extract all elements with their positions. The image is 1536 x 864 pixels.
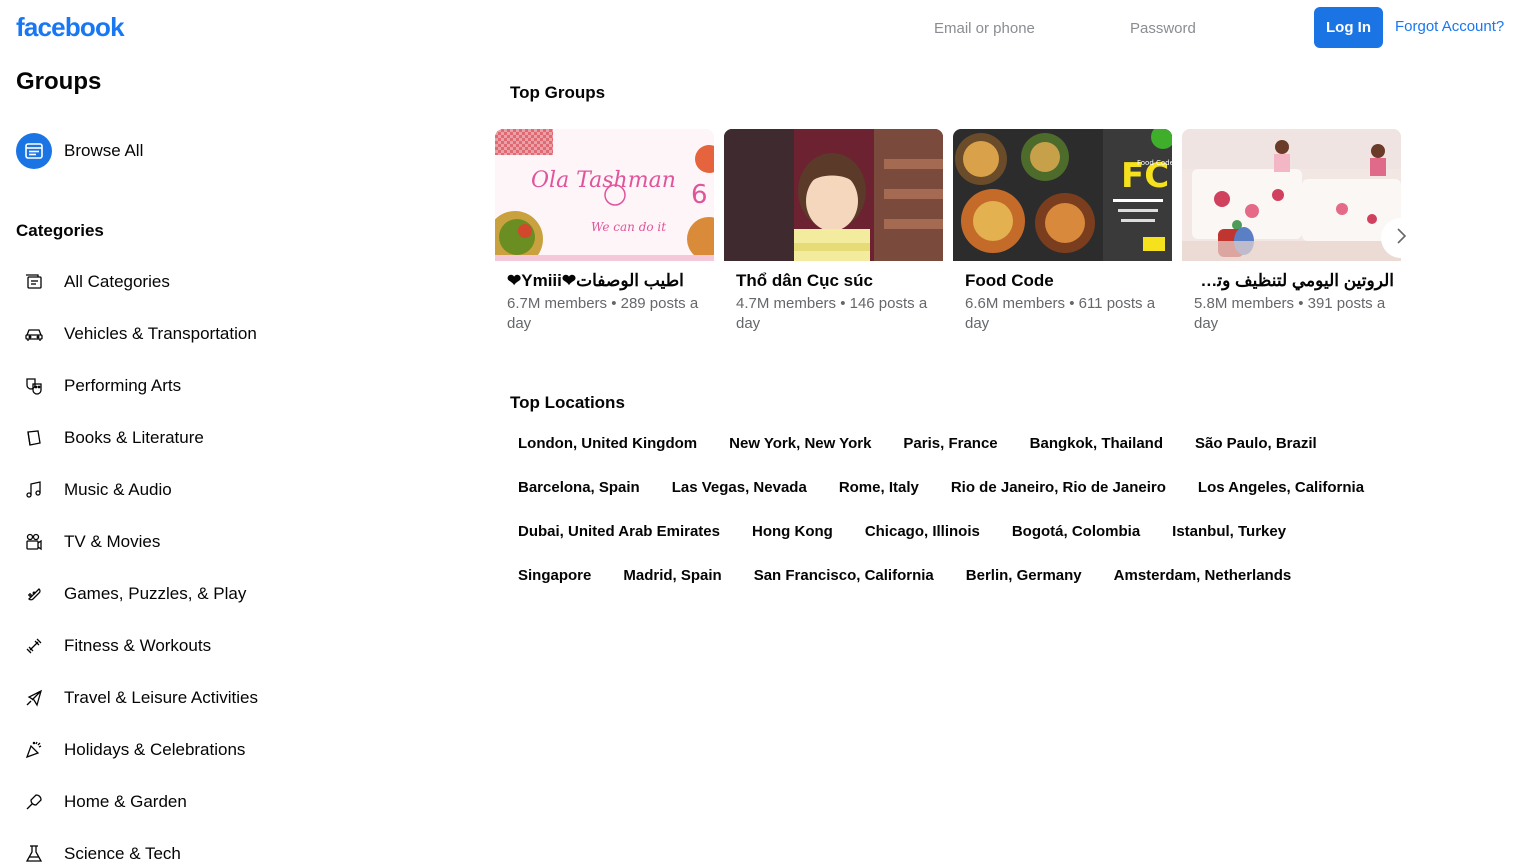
login-button[interactable]: Log In — [1314, 7, 1383, 48]
svg-text:6: 6 — [691, 180, 708, 210]
category-vehicles[interactable]: Vehicles & Transportation — [16, 308, 258, 360]
location-link[interactable]: Istanbul, Turkey — [1156, 510, 1302, 554]
location-link[interactable]: Amsterdam, Netherlands — [1098, 554, 1308, 598]
car-icon — [16, 316, 52, 352]
video-camera-icon — [16, 524, 52, 560]
theater-masks-icon — [16, 368, 52, 404]
location-link[interactable]: São Paulo, Brazil — [1179, 422, 1333, 466]
top-groups-title: Top Groups — [510, 83, 606, 102]
category-travel[interactable]: Travel & Leisure Activities — [16, 672, 258, 724]
category-label: Home & Garden — [64, 792, 187, 811]
location-link[interactable]: Berlin, Germany — [950, 554, 1098, 598]
location-link[interactable]: Paris, France — [887, 422, 1013, 466]
location-link[interactable]: Los Angeles, California — [1182, 466, 1380, 510]
svg-text:Ola Tashman: Ola Tashman — [531, 168, 676, 193]
location-link[interactable]: Hong Kong — [736, 510, 849, 554]
location-link[interactable]: Madrid, Spain — [607, 554, 737, 598]
group-stats: 4.7M members • 146 posts a day — [736, 295, 928, 332]
password-input[interactable] — [1130, 14, 1300, 42]
location-link[interactable]: Bogotá, Colombia — [996, 510, 1156, 554]
group-card[interactable]: الروتين اليومي لتنظيف وترتيب المنزل 5.8M… — [1182, 129, 1401, 339]
location-row: London, United Kingdom New York, New Yor… — [502, 422, 1402, 466]
browse-all-link[interactable]: Browse All — [16, 133, 143, 169]
group-name[interactable]: Thổ dân Cục súc — [736, 271, 936, 291]
group-stats: 6.6M members • 611 posts a day — [965, 295, 1156, 332]
group-stats: 5.8M members • 391 posts a day — [1194, 295, 1386, 332]
category-all-categories[interactable]: All Categories — [16, 256, 258, 308]
location-link[interactable]: Singapore — [502, 554, 607, 598]
top-bar: facebook Log In Forgot Account? — [0, 0, 1536, 56]
sidebar: Groups Browse All Categories All Categor… — [0, 56, 360, 864]
category-label: Fitness & Workouts — [64, 636, 212, 655]
svg-text:We can do it: We can do it — [591, 220, 666, 234]
group-cover-image — [1182, 129, 1401, 261]
group-cover-image — [724, 129, 943, 261]
top-groups-carousel: Ola Tashman 6 We can do it ❤Ymiii❤اطيب ا… — [495, 129, 1401, 339]
category-label: Books & Literature — [64, 428, 204, 447]
category-books[interactable]: Books & Literature — [16, 412, 258, 464]
location-link[interactable]: Rome, Italy — [823, 466, 935, 510]
category-home-garden[interactable]: Home & Garden — [16, 776, 258, 828]
forgot-account-link[interactable]: Forgot Account? — [1395, 18, 1504, 35]
category-label: Holidays & Celebrations — [64, 740, 246, 759]
browse-all-label: Browse All — [64, 141, 144, 160]
group-cover-image: FC Food Code — [953, 129, 1172, 261]
category-list: All Categories Vehicles & Transportation… — [16, 256, 258, 864]
group-card[interactable]: Thổ dân Cục súc 4.7M members • 146 posts… — [724, 129, 943, 339]
location-link[interactable]: San Francisco, California — [738, 554, 950, 598]
music-note-icon — [16, 472, 52, 508]
group-stats: 6.7M members • 289 posts a day — [507, 295, 699, 332]
location-link[interactable]: Chicago, Illinois — [849, 510, 996, 554]
party-icon — [16, 732, 52, 768]
category-label: Games, Puzzles, & Play — [64, 584, 247, 603]
page-title: Groups — [16, 68, 102, 95]
categories-heading: Categories — [16, 221, 104, 240]
category-holidays[interactable]: Holidays & Celebrations — [16, 724, 258, 776]
all-categories-icon — [16, 264, 52, 300]
group-cover-image: Ola Tashman 6 We can do it — [495, 129, 714, 261]
category-label: All Categories — [64, 272, 170, 291]
category-music[interactable]: Music & Audio — [16, 464, 258, 516]
category-label: Science & Tech — [64, 844, 181, 863]
location-link[interactable]: Rio de Janeiro, Rio de Janeiro — [935, 466, 1182, 510]
group-name[interactable]: ❤Ymiii❤اطيب الوصفات — [507, 271, 707, 291]
location-row: Dubai, United Arab Emirates Hong Kong Ch… — [502, 510, 1402, 554]
category-label: Vehicles & Transportation — [64, 324, 257, 343]
book-icon — [16, 420, 52, 456]
shovel-icon — [16, 784, 52, 820]
category-label: TV & Movies — [64, 532, 161, 551]
category-label: Performing Arts — [64, 376, 182, 395]
group-name[interactable]: Food Code — [965, 271, 1165, 291]
dumbbell-icon — [16, 628, 52, 664]
group-card[interactable]: Ola Tashman 6 We can do it ❤Ymiii❤اطيب ا… — [495, 129, 714, 339]
carousel-next-button[interactable] — [1381, 218, 1421, 258]
facebook-logo[interactable]: facebook — [16, 12, 125, 43]
location-link[interactable]: Barcelona, Spain — [502, 466, 656, 510]
location-link[interactable]: New York, New York — [713, 422, 887, 466]
group-card[interactable]: FC Food Code Food Code 6.6M members • 61… — [953, 129, 1172, 339]
category-performing-arts[interactable]: Performing Arts — [16, 360, 258, 412]
location-link[interactable]: London, United Kingdom — [502, 422, 713, 466]
category-tv-movies[interactable]: TV & Movies — [16, 516, 258, 568]
airplane-icon — [16, 680, 52, 716]
category-fitness[interactable]: Fitness & Workouts — [16, 620, 258, 672]
location-link[interactable]: Dubai, United Arab Emirates — [502, 510, 736, 554]
category-label: Travel & Leisure Activities — [64, 688, 258, 707]
location-row: Singapore Madrid, Spain San Francisco, C… — [502, 554, 1402, 598]
svg-text:Food Code: Food Code — [1137, 159, 1172, 167]
category-science[interactable]: Science & Tech — [16, 828, 258, 864]
category-label: Music & Audio — [64, 480, 172, 499]
location-list: London, United Kingdom New York, New Yor… — [502, 422, 1402, 598]
location-link[interactable]: Las Vegas, Nevada — [656, 466, 823, 510]
chevron-right-icon — [1394, 226, 1408, 251]
browse-icon — [16, 133, 52, 169]
category-games[interactable]: Games, Puzzles, & Play — [16, 568, 258, 620]
top-locations-title: Top Locations — [510, 393, 625, 412]
gamepad-icon — [16, 576, 52, 612]
email-input[interactable] — [934, 14, 1114, 42]
location-link[interactable]: Bangkok, Thailand — [1014, 422, 1179, 466]
flask-icon — [16, 836, 52, 864]
location-row: Barcelona, Spain Las Vegas, Nevada Rome,… — [502, 466, 1402, 510]
group-name[interactable]: الروتين اليومي لتنظيف وترتيب المنزل — [1194, 271, 1394, 291]
